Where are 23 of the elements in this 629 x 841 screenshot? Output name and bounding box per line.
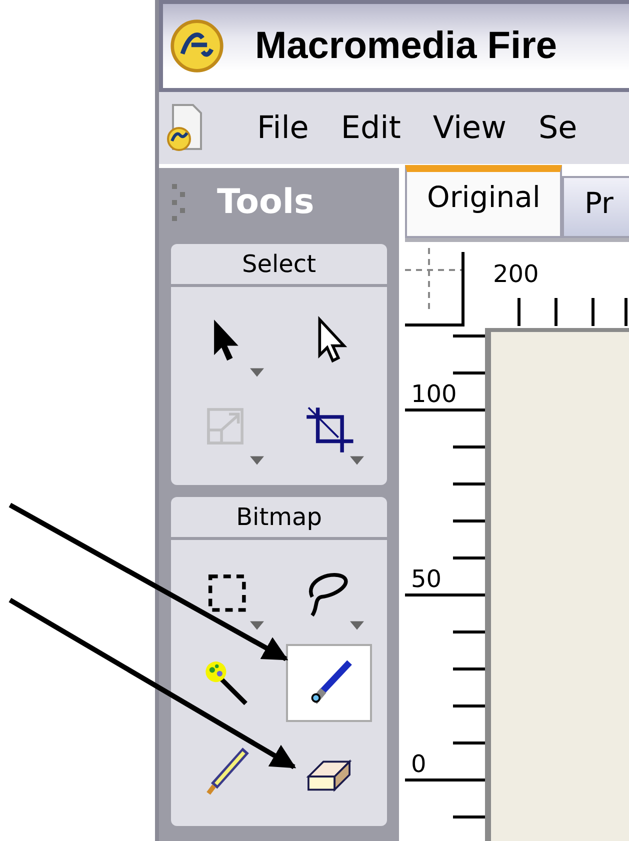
ruler-label: 0 xyxy=(411,750,426,778)
caret-icon xyxy=(250,621,264,630)
caret-icon xyxy=(250,456,264,465)
ruler-label: 100 xyxy=(411,380,457,408)
caret-icon xyxy=(350,456,364,465)
menu-item[interactable]: Se xyxy=(538,110,578,146)
menu-item[interactable]: View xyxy=(432,110,506,146)
caret-icon xyxy=(250,368,264,377)
document-tab[interactable]: Original xyxy=(405,165,562,238)
menu-item[interactable]: Edit xyxy=(340,110,401,146)
grip-icon[interactable] xyxy=(171,182,187,222)
brush-tool-button[interactable] xyxy=(286,644,372,722)
section-label: Bitmap xyxy=(171,497,387,540)
document-icon xyxy=(165,102,205,154)
document-tab[interactable]: Pr xyxy=(562,176,629,238)
caret-icon xyxy=(350,621,364,630)
ruler-label: 50 xyxy=(411,565,442,593)
panel-title: Tools xyxy=(217,182,314,222)
app-logo-icon xyxy=(169,18,225,74)
window-title: Macromedia Fire xyxy=(255,24,557,68)
menu-item[interactable]: File xyxy=(257,110,309,146)
ruler-label: 200 xyxy=(493,260,539,288)
section-label: Select xyxy=(171,244,387,287)
